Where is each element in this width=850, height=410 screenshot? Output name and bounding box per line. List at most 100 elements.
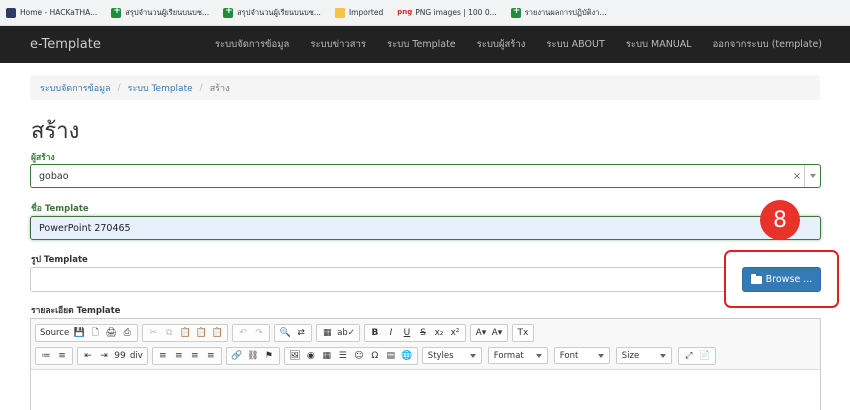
template-name-input[interactable]: PowerPoint 270465 xyxy=(30,216,821,240)
toolbar-button[interactable]: ⇥ xyxy=(96,348,112,364)
bookmark-label: PNG images | 100 0... xyxy=(415,8,497,17)
creator-selected-value: gobao xyxy=(39,170,69,182)
show-blocks-icon[interactable]: 📄 xyxy=(697,348,713,364)
toolbar-button[interactable]: ⛓ xyxy=(245,348,261,364)
toolbar-button[interactable]: 📋 xyxy=(177,325,193,341)
creator-select[interactable]: gobao × xyxy=(30,164,821,188)
nav-item[interactable]: ออกจากระบบ (template) xyxy=(713,37,822,52)
toolbar-button[interactable]: Ω xyxy=(367,348,383,364)
toolbar-button[interactable]: A▾ xyxy=(473,325,489,341)
toolbar-group: ↶ ↷ xyxy=(232,323,271,342)
template-image-file-field[interactable] xyxy=(30,267,726,292)
nav-item[interactable]: ระบบ MANUAL xyxy=(626,37,692,52)
site-icon xyxy=(6,7,16,18)
chevron-down-icon[interactable] xyxy=(804,165,820,187)
toolbar-button[interactable]: ☰ xyxy=(335,348,351,364)
toolbar-button[interactable]: A▾ xyxy=(489,325,505,341)
breadcrumb: ระบบจัดการข้อมูล / ระบบ Template / สร้าง xyxy=(30,75,820,100)
toolbar-group: Source 💾 🗋 🖨 ⎙ xyxy=(35,323,139,342)
toolbar-button[interactable]: 🖼 xyxy=(287,348,303,364)
toolbar-group: Tx xyxy=(511,323,534,342)
toolbar-combo-format[interactable]: Format xyxy=(487,347,548,364)
toolbar-button[interactable]: ↶ xyxy=(235,325,251,341)
toolbar-button[interactable]: ≡ xyxy=(155,348,171,364)
bookmark-item[interactable]: png PNG images | 100 0... xyxy=(397,8,497,18)
maximize-icon[interactable]: ⤢ xyxy=(681,348,697,364)
bookmark-label: Home - HACKaTHA... xyxy=(20,8,98,17)
editor-toolbar-row-2: ≔ ≡ ⇤ ⇥ 99 div ≡ ≡ ≡ ≡ 🔗 ⛓ ⚑ 🖼 ◉ ▦ ☰ ☺ Ω ▤ 🌐 Styles Format Font… xyxy=(35,345,816,366)
nav-item[interactable]: ระบบ ABOUT xyxy=(546,37,604,52)
toolbar-button[interactable]: ≡ xyxy=(203,348,219,364)
bookmark-label: Imported xyxy=(348,8,384,17)
breadcrumb-current: สร้าง xyxy=(209,83,230,94)
toolbar-button[interactable]: S xyxy=(415,325,431,341)
editor-content-area[interactable] xyxy=(31,370,820,410)
toolbar-button[interactable]: 🌐 xyxy=(399,348,415,364)
nav-menu: ระบบจัดการข้อมูล ระบบข่าวสาร ระบบ Template… xyxy=(194,37,822,52)
nav-item[interactable]: ระบบ Template xyxy=(387,37,456,52)
toolbar-button[interactable]: ⇤ xyxy=(80,348,96,364)
bookmark-item[interactable]: รายงานผลการปฏิบัติงา... xyxy=(510,6,607,19)
toolbar-button[interactable]: ab✓ xyxy=(335,325,357,341)
toolbar-button[interactable]: U xyxy=(399,325,415,341)
toolbar-button[interactable]: ▤ xyxy=(383,348,399,364)
toolbar-button[interactable]: 📋 xyxy=(193,325,209,341)
sheets-icon xyxy=(111,6,122,18)
toolbar-button[interactable]: ☺ xyxy=(351,348,367,364)
toolbar-button[interactable]: ≡ xyxy=(171,348,187,364)
toolbar-combo-styles[interactable]: Styles xyxy=(421,347,482,364)
toolbar-button[interactable]: I xyxy=(383,325,399,341)
toolbar-button[interactable]: ◉ xyxy=(303,348,319,364)
toolbar-button[interactable]: ▦ xyxy=(319,325,335,341)
toolbar-button[interactable]: Source xyxy=(38,325,71,341)
toolbar-button[interactable]: 🗋 xyxy=(87,325,103,341)
rich-text-editor: Source 💾 🗋 🖨 ⎙ ✂ ⧉ 📋 📋 📋 ↶ ↷ 🔍 ⇄ ▦ ab✓ B I U Sx₂ x² A▾ A▾ Tx ≔ ≡… xyxy=(30,318,821,410)
toolbar-button[interactable]: div xyxy=(128,348,145,364)
toolbar-group: 🔍 ⇄ xyxy=(274,323,313,342)
toolbar-button[interactable]: ↷ xyxy=(251,325,267,341)
nav-item[interactable]: ระบบข่าวสาร xyxy=(310,37,366,52)
toolbar-group: 🔗 ⛓ ⚑ xyxy=(225,346,280,365)
toolbar-group: ✂ ⧉ 📋 📋 📋 xyxy=(142,323,229,342)
toolbar-button[interactable]: 🖨 xyxy=(103,325,119,341)
toolbar-button[interactable]: B xyxy=(367,325,383,341)
nav-item[interactable]: ระบบผู้สร้าง xyxy=(477,37,526,52)
bookmark-item[interactable]: Home - HACKaTHA... xyxy=(6,7,98,18)
sheets-icon xyxy=(510,6,521,18)
page-title: สร้าง xyxy=(31,119,80,144)
toolbar-button[interactable]: x² xyxy=(447,325,463,341)
breadcrumb-link-template[interactable]: ระบบ Template xyxy=(128,81,193,95)
bookmark-label: สรุปจำนวนผู้เรียนบนบช... xyxy=(125,7,210,17)
template-image-label: รูป Template xyxy=(31,255,88,265)
nav-item[interactable]: ระบบจัดการข้อมูล xyxy=(215,37,289,52)
toolbar-button[interactable]: 🔍 xyxy=(277,325,293,341)
toolbar-button[interactable]: ✂ xyxy=(145,325,161,341)
brand-logo[interactable]: e-Template xyxy=(30,37,101,52)
toolbar-button[interactable]: ⎙ xyxy=(119,325,135,341)
breadcrumb-link-data-management[interactable]: ระบบจัดการข้อมูล xyxy=(40,81,111,95)
toolbar-combo-font[interactable]: Font xyxy=(553,347,610,364)
step-number-badge: 8 xyxy=(760,200,800,240)
bookmark-item[interactable]: Imported xyxy=(334,7,384,18)
toolbar-button[interactable]: 📋 xyxy=(209,325,225,341)
template-name-label: ชื่อ Template xyxy=(31,204,89,214)
bookmark-item[interactable]: สรุปจำนวนผู้เรียนบนบช... xyxy=(111,6,210,19)
toolbar-button[interactable]: ⧉ xyxy=(161,325,177,341)
toolbar-combo-size[interactable]: Size xyxy=(615,347,672,364)
toolbar-button[interactable]: x₂ xyxy=(431,325,447,341)
toolbar-button[interactable]: ⇄ xyxy=(293,325,309,341)
bookmark-item[interactable]: สรุปจำนวนผู้เรียนบนบช... xyxy=(223,6,321,19)
toolbar-button[interactable]: 99 xyxy=(112,348,128,364)
clear-icon[interactable]: × xyxy=(790,171,804,182)
bookmark-label: สรุปจำนวนผู้เรียนบนบช... xyxy=(237,7,321,17)
toolbar-group: A▾ A▾ xyxy=(469,323,508,342)
toolbar-button[interactable]: 💾 xyxy=(71,325,87,341)
toolbar-button[interactable]: Tx xyxy=(515,325,531,341)
toolbar-button[interactable]: ≔ xyxy=(38,348,54,364)
toolbar-button[interactable]: ▦ xyxy=(319,348,335,364)
toolbar-button[interactable]: ⚑ xyxy=(261,348,277,364)
toolbar-group: ≔ ≡ xyxy=(35,346,73,365)
toolbar-button[interactable]: 🔗 xyxy=(229,348,245,364)
toolbar-button[interactable]: ≡ xyxy=(54,348,70,364)
toolbar-button[interactable]: ≡ xyxy=(187,348,203,364)
